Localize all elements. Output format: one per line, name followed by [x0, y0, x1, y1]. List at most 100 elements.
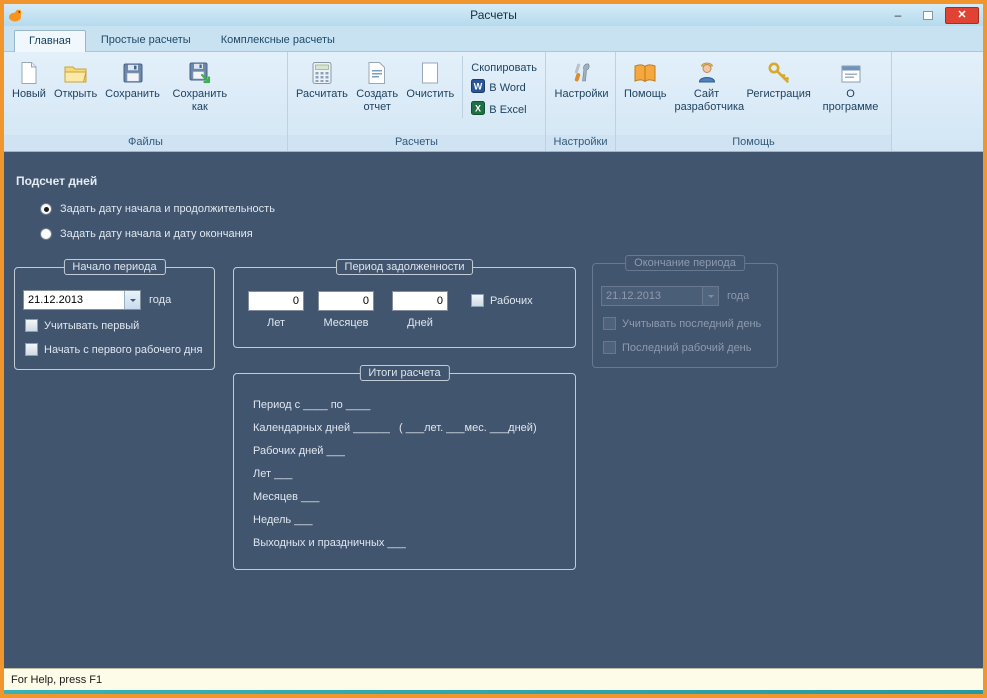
radio-start-and-duration[interactable]: [40, 203, 52, 215]
registration-button-label: Регистрация: [746, 88, 811, 100]
excel-icon: X: [471, 101, 486, 118]
copy-button[interactable]: Скопировать: [471, 62, 537, 74]
result-line-workdays: Рабочих дней ___: [253, 445, 345, 457]
create-report-button[interactable]: Создать отчет: [352, 56, 403, 113]
copy-section: Скопировать W В Word X В Excel: [462, 56, 543, 118]
copy-to-excel-label: В Excel: [489, 103, 527, 116]
clear-button[interactable]: Очистить: [402, 56, 458, 101]
groupbox-start-period: Начало периода года Учитывать первый Нач…: [14, 259, 215, 370]
calculate-button-label: Расчитать: [296, 88, 348, 100]
results-lines: Период с ____ по ____ Календарных дней _…: [253, 394, 565, 555]
groupbox-debt-period-title: Период задолженности: [335, 259, 474, 275]
person-icon: [697, 59, 717, 85]
start-year-suffix: года: [149, 294, 172, 306]
statusbar: For Help, press F1: [4, 668, 983, 690]
open-folder-icon: [63, 59, 88, 85]
checkbox-workdays[interactable]: [471, 294, 484, 307]
help-button[interactable]: Помощь: [620, 56, 671, 101]
word-icon: W: [471, 79, 486, 96]
create-report-button-label: Создать отчет: [356, 88, 399, 113]
tab-home[interactable]: Главная: [14, 30, 86, 52]
open-button[interactable]: Открыть: [50, 56, 101, 101]
ribbon-group-calculations-label: Расчеты: [288, 135, 545, 151]
years-label: Лет: [266, 317, 285, 329]
report-icon: [366, 59, 388, 85]
result-line-weeks: Недель ___: [253, 514, 313, 526]
years-input[interactable]: [248, 291, 304, 311]
ribbon-tabstrip: Главная Простые расчеты Комплексные расч…: [4, 26, 983, 52]
copy-to-word-button[interactable]: W В Word: [471, 79, 526, 96]
checkbox-workdays-label: Рабочих: [490, 294, 533, 307]
help-book-icon: [633, 59, 657, 85]
maximize-button[interactable]: [915, 7, 941, 24]
checkbox-start-first-workday-label: Начать с первого рабочего дня: [44, 343, 203, 356]
tab-simple-calculations[interactable]: Простые расчеты: [86, 29, 206, 51]
result-line-years: Лет ___: [253, 468, 293, 480]
main-panel: Подсчет дней Задать дату начала и продол…: [4, 152, 983, 668]
developer-site-button[interactable]: Сайт разработчика: [671, 56, 744, 113]
new-button[interactable]: Новый: [8, 56, 50, 101]
start-date-input[interactable]: [24, 291, 124, 309]
radio-start-and-duration-label: Задать дату начала и продолжительность: [60, 203, 275, 215]
calculate-button[interactable]: Расчитать: [292, 56, 352, 101]
ribbon: Новый Открыть Сохранить Сохранить как Фа…: [4, 52, 983, 152]
about-button-label: О программе: [822, 88, 879, 113]
checkbox-count-last-day: [603, 317, 616, 330]
about-window-icon: [840, 59, 862, 85]
minimize-icon: –: [894, 8, 902, 22]
minimize-button[interactable]: –: [885, 7, 911, 24]
save-button[interactable]: Сохранить: [101, 56, 164, 101]
checkbox-last-workday-label: Последний рабочий день: [622, 341, 752, 354]
checkbox-count-first-day[interactable]: [25, 319, 38, 332]
ribbon-group-help: Помощь Сайт разработчика Регистрация О п…: [616, 52, 892, 151]
tools-icon: [570, 59, 594, 85]
settings-button-label: Настройки: [554, 88, 609, 100]
ribbon-filler: [892, 52, 983, 151]
copy-to-excel-button[interactable]: X В Excel: [471, 101, 527, 118]
result-line-calendar-days: Календарных дней ______ ( ___лет. ___мес…: [253, 422, 537, 434]
registration-button[interactable]: Регистрация: [743, 56, 815, 101]
save-as-button-label: Сохранить как: [172, 88, 228, 113]
calculator-icon: [311, 59, 333, 85]
groupbox-end-period-title: Окончание периода: [625, 255, 745, 271]
ribbon-group-files-label: Файлы: [4, 135, 287, 151]
result-line-months: Месяцев ___: [253, 491, 320, 503]
ribbon-group-files: Новый Открыть Сохранить Сохранить как Фа…: [4, 52, 288, 151]
days-input[interactable]: [392, 291, 448, 311]
page-title: Подсчет дней: [16, 174, 98, 188]
copy-to-word-label: В Word: [489, 81, 526, 94]
clear-button-label: Очистить: [406, 88, 455, 100]
help-button-label: Помощь: [624, 88, 667, 100]
radio-start-and-end-date[interactable]: [40, 228, 52, 240]
clear-page-icon: [419, 59, 441, 85]
tab-complex-calculations[interactable]: Комплексные расчеты: [206, 29, 350, 51]
result-line-period: Период с ____ по ____: [253, 399, 371, 411]
checkbox-count-first-day-label: Учитывать первый: [44, 319, 140, 332]
settings-button[interactable]: Настройки: [551, 56, 613, 101]
maximize-icon: [923, 10, 933, 20]
app-window: Расчеты – ✕ Главная Простые расчеты Комп…: [0, 0, 987, 698]
groupbox-results-title: Итоги расчета: [359, 365, 450, 381]
save-icon: [121, 59, 145, 85]
save-as-button[interactable]: Сохранить как: [164, 56, 236, 113]
start-date-dropdown-icon[interactable]: [124, 291, 140, 309]
statusbar-text: For Help, press F1: [11, 673, 103, 686]
end-year-suffix: года: [727, 290, 750, 302]
key-icon: [767, 59, 791, 85]
start-date-picker[interactable]: [23, 290, 141, 310]
months-label: Месяцев: [323, 317, 369, 329]
close-button[interactable]: ✕: [945, 6, 979, 24]
end-date-dropdown-icon: [702, 287, 718, 305]
checkbox-start-first-workday[interactable]: [25, 343, 38, 356]
checkbox-count-last-day-label: Учитывать последний день: [622, 317, 762, 330]
new-document-icon: [18, 59, 40, 85]
ribbon-group-settings: Настройки Настройки: [546, 52, 616, 151]
end-date-input: [602, 287, 702, 305]
ribbon-group-help-label: Помощь: [616, 135, 891, 151]
save-button-label: Сохранить: [105, 88, 160, 100]
ribbon-group-calculations: Расчитать Создать отчет Очистить Скопиро…: [288, 52, 546, 151]
about-button[interactable]: О программе: [815, 56, 887, 113]
months-input[interactable]: [318, 291, 374, 311]
result-line-weekends: Выходных и праздничных ___: [253, 537, 406, 549]
end-date-picker: [601, 286, 719, 306]
